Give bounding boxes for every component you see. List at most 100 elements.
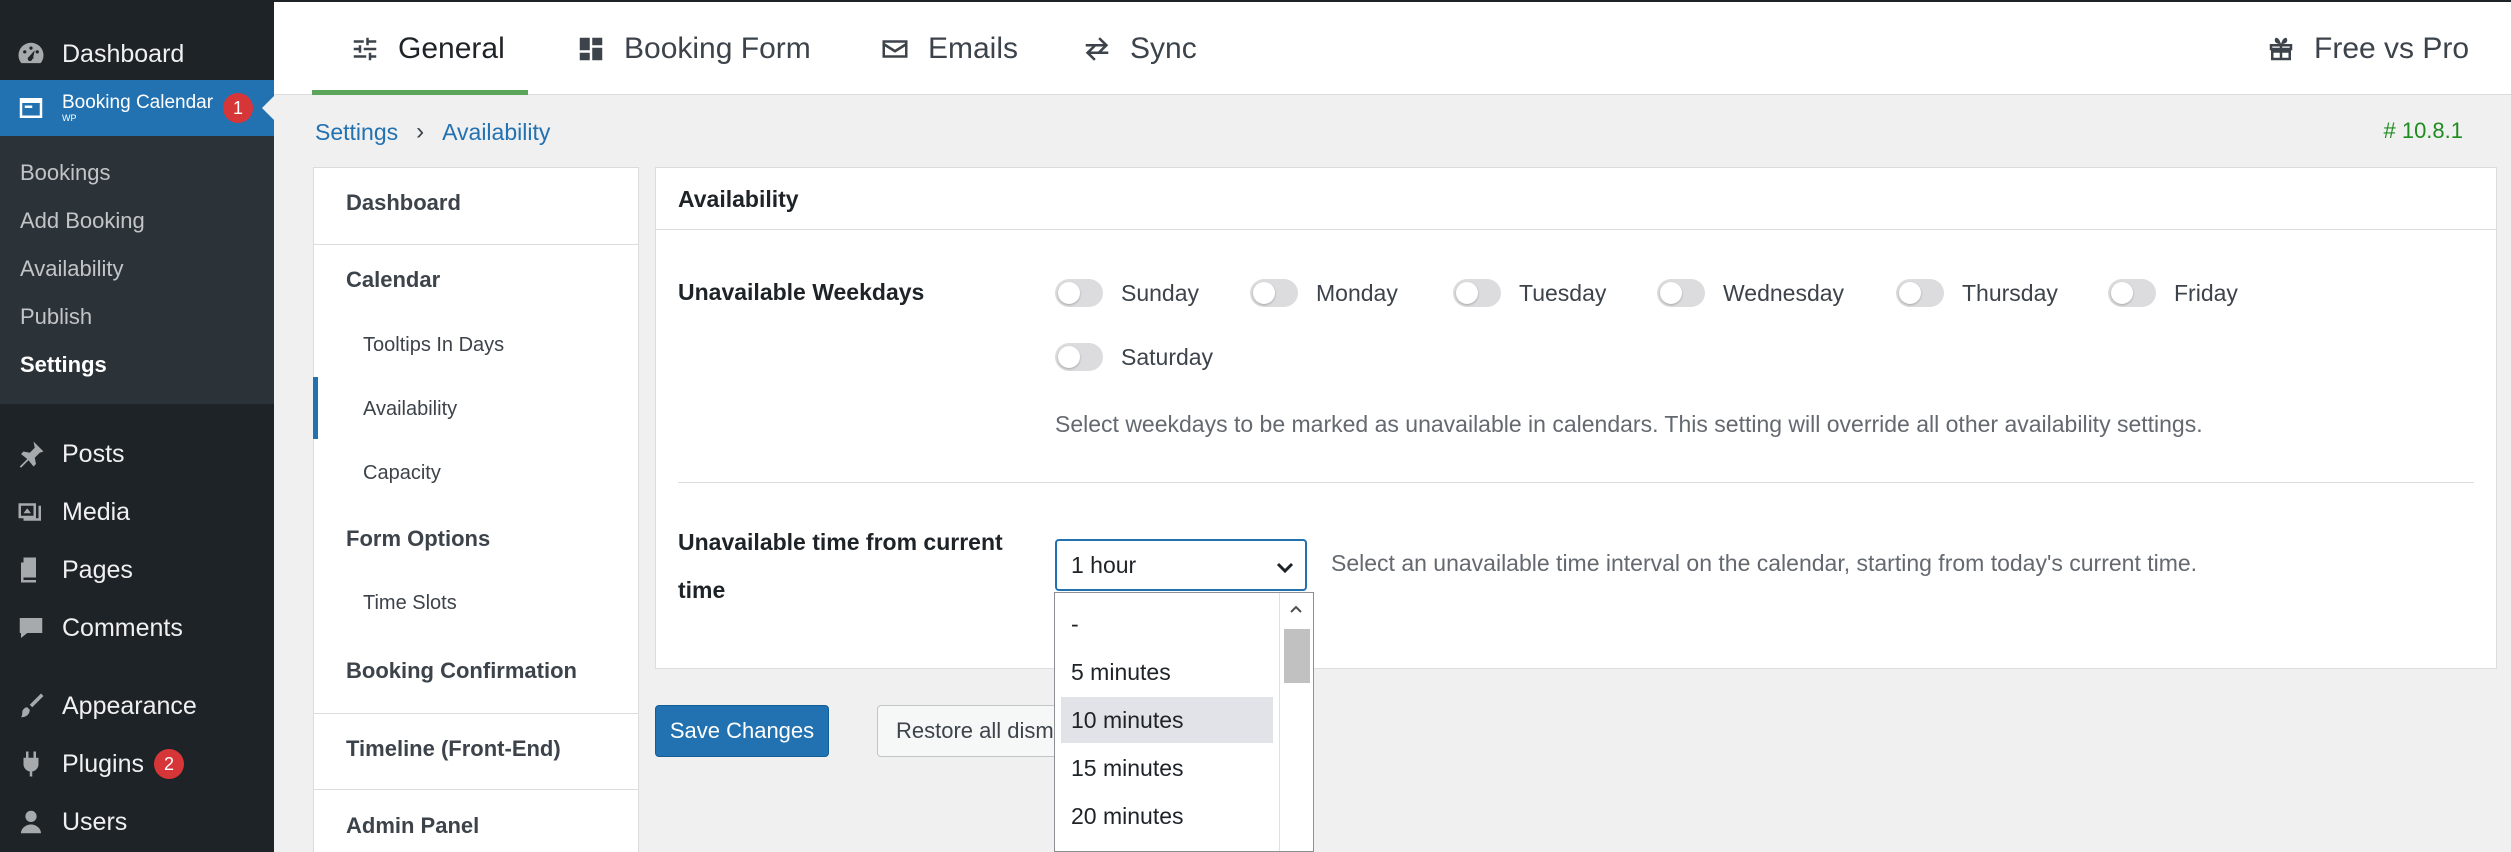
nav-availability[interactable]: Availability	[363, 398, 457, 421]
nav-dashboard[interactable]: Dashboard	[346, 190, 461, 216]
nav-calendar[interactable]: Calendar	[346, 267, 440, 293]
dropdown-option[interactable]: 20 minutes	[1061, 793, 1273, 839]
toggle-saturday[interactable]: Saturday	[1055, 343, 1213, 371]
wp-menu-posts[interactable]: Posts	[0, 434, 274, 474]
pin-icon	[14, 439, 48, 469]
submenu-add-booking[interactable]: Add Booking	[20, 208, 145, 234]
scroll-up-icon[interactable]	[1288, 601, 1304, 617]
version-label: # 10.8.1	[2383, 118, 2463, 143]
envelope-icon	[882, 39, 908, 58]
dropdown-scrollbar[interactable]	[1279, 593, 1313, 851]
breadcrumb-availability[interactable]: Availability	[442, 119, 550, 146]
plugins-update-badge: 2	[154, 749, 184, 779]
tab-sync-label: Sync	[1130, 31, 1197, 65]
unavailable-time-select[interactable]: 1 hour	[1055, 539, 1307, 591]
toggle-thursday-label: Thursday	[1962, 279, 2058, 306]
nav-time-slots[interactable]: Time Slots	[363, 592, 457, 615]
toggle-switch[interactable]	[2108, 279, 2156, 307]
layout-icon	[579, 37, 603, 60]
scrollbar-thumb[interactable]	[1284, 629, 1310, 683]
wp-menu-media[interactable]: Media	[0, 492, 274, 532]
toggle-friday-label: Friday	[2174, 279, 2238, 306]
tab-general[interactable]: General	[312, 2, 528, 95]
toggle-switch[interactable]	[1250, 279, 1298, 307]
nav-tooltips-in-days[interactable]: Tooltips In Days	[363, 334, 504, 357]
toggle-sunday[interactable]: Sunday	[1055, 279, 1199, 307]
breadcrumb-settings[interactable]: Settings	[315, 119, 398, 146]
wp-admin-sidebar: Dashboard Booking Calendar WP 1 Bookings…	[0, 0, 274, 852]
wp-menu-booking-calendar[interactable]: Booking Calendar WP 1	[0, 80, 274, 136]
nav-active-indicator	[313, 377, 318, 439]
nav-booking-confirmation[interactable]: Booking Confirmation	[346, 658, 577, 684]
nav-admin-panel[interactable]: Admin Panel	[346, 813, 479, 839]
tab-general-label: General	[398, 31, 505, 65]
toggle-thursday[interactable]: Thursday	[1896, 279, 2058, 307]
dropdown-option[interactable]: -	[1061, 601, 1273, 647]
dropdown-option[interactable]: 15 minutes	[1061, 745, 1273, 791]
toggle-switch[interactable]	[1896, 279, 1944, 307]
paintbrush-icon	[14, 691, 48, 721]
nav-form-options[interactable]: Form Options	[346, 526, 490, 552]
plugin-icon	[14, 749, 48, 779]
submenu-publish[interactable]: Publish	[20, 304, 92, 330]
wp-menu-plugins-label: Plugins	[62, 749, 144, 778]
pages-icon	[14, 555, 48, 585]
sync-arrows-icon	[1085, 36, 1109, 61]
wp-menu-users-label: Users	[62, 807, 128, 836]
weekdays-description: Select weekdays to be marked as unavaila…	[1055, 411, 2203, 437]
booking-submenu: Bookings Add Booking Availability Publis…	[0, 136, 274, 404]
sliders-icon	[353, 37, 377, 60]
wp-menu-appearance-label: Appearance	[62, 691, 197, 720]
dropdown-option-highlighted[interactable]: 10 minutes	[1061, 697, 1273, 743]
tab-sync[interactable]: Sync	[1082, 2, 1197, 95]
current-menu-arrow	[262, 96, 274, 120]
submenu-bookings[interactable]: Bookings	[20, 160, 111, 186]
toggle-tuesday[interactable]: Tuesday	[1453, 279, 1606, 307]
toggle-wednesday[interactable]: Wednesday	[1657, 279, 1844, 307]
tab-emails[interactable]: Emails	[880, 2, 1018, 95]
wp-menu-comments[interactable]: Comments	[0, 608, 274, 648]
nav-divider	[314, 713, 638, 714]
wp-menu-plugins[interactable]: Plugins 2	[0, 744, 274, 784]
toggle-monday[interactable]: Monday	[1250, 279, 1398, 307]
wp-menu-dashboard[interactable]: Dashboard	[0, 34, 274, 74]
toggle-monday-label: Monday	[1316, 279, 1398, 306]
dropdown-option[interactable]: 5 minutes	[1061, 649, 1273, 695]
toggle-switch[interactable]	[1055, 279, 1103, 307]
toggle-saturday-label: Saturday	[1121, 343, 1214, 370]
chevron-down-icon	[1276, 562, 1294, 574]
wp-menu-users[interactable]: Users	[0, 802, 274, 842]
select-value: 1 hour	[1071, 551, 1137, 578]
settings-nav: Dashboard Calendar Tooltips In Days Avai…	[313, 167, 639, 852]
wp-menu-appearance[interactable]: Appearance	[0, 686, 274, 726]
tab-free-vs-pro[interactable]: Free vs Pro	[2266, 2, 2469, 95]
wp-menu-booking-calendar-label: Booking Calendar WP	[62, 92, 214, 124]
unavailable-time-label-cont: time	[678, 577, 726, 603]
unavailable-weekdays-label: Unavailable Weekdays	[678, 279, 925, 305]
toggle-friday[interactable]: Friday	[2108, 279, 2238, 307]
submenu-settings[interactable]: Settings	[20, 352, 107, 378]
save-changes-button[interactable]: Save Changes	[655, 705, 829, 757]
tab-booking-form[interactable]: Booking Form	[576, 2, 811, 95]
time-dropdown-list: - 5 minutes 10 minutes 15 minutes 20 min…	[1054, 592, 1314, 852]
chevron-right-icon: ›	[416, 118, 425, 145]
breadcrumb: Settings › Availability	[315, 118, 550, 146]
toggle-switch[interactable]	[1657, 279, 1705, 307]
toggle-switch[interactable]	[1453, 279, 1501, 307]
toggle-tuesday-label: Tuesday	[1519, 279, 1607, 306]
nav-divider	[314, 244, 638, 245]
submenu-availability[interactable]: Availability	[20, 256, 124, 282]
calendar-icon	[14, 93, 48, 123]
time-description: Select an unavailable time interval on t…	[1331, 550, 2198, 576]
wp-menu-pages[interactable]: Pages	[0, 550, 274, 590]
toggle-sunday-label: Sunday	[1121, 279, 1200, 306]
wp-menu-posts-label: Posts	[62, 439, 125, 468]
nav-capacity[interactable]: Capacity	[363, 462, 441, 485]
dashboard-icon	[14, 39, 48, 69]
booking-calendar-subtitle: WP	[62, 113, 77, 123]
toggle-switch[interactable]	[1055, 343, 1103, 371]
nav-timeline[interactable]: Timeline (Front-End)	[346, 736, 561, 762]
tab-booking-form-label: Booking Form	[624, 31, 811, 65]
booking-calendar-title: Booking Calendar	[62, 92, 214, 113]
wp-menu-comments-label: Comments	[62, 613, 183, 642]
